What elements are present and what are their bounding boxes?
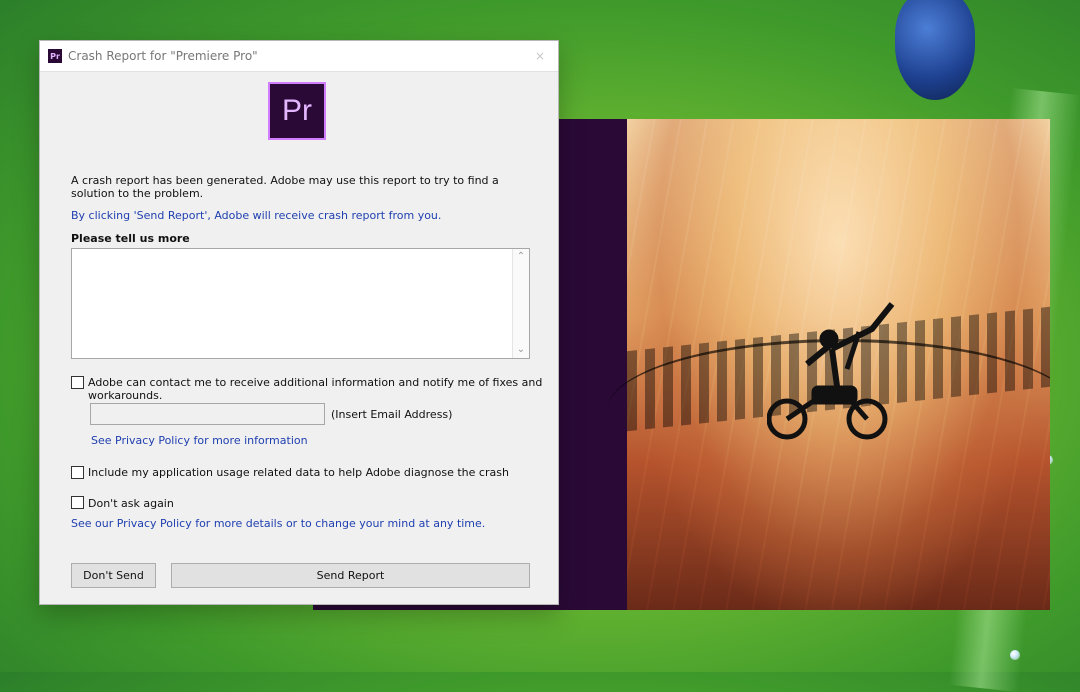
chevron-up-icon[interactable]: ⌃ bbox=[513, 249, 529, 265]
tell-us-more-label: Please tell us more bbox=[71, 232, 190, 245]
usage-data-checkbox[interactable] bbox=[71, 466, 84, 479]
crash-message: A crash report has been generated. Adobe… bbox=[71, 174, 499, 200]
comments-scrollbar[interactable]: ⌃ ⌄ bbox=[512, 249, 529, 358]
dont-ask-again-checkbox[interactable] bbox=[71, 496, 84, 509]
usage-data-checkbox-label: Include my application usage related dat… bbox=[88, 466, 509, 479]
motorcycle-stunt-silhouette bbox=[767, 302, 895, 440]
dont-send-button[interactable]: Don't Send bbox=[71, 563, 156, 588]
dont-ask-again-label: Don't ask again bbox=[88, 497, 174, 510]
premiere-pro-icon: Pr bbox=[48, 49, 62, 63]
premiere-pro-logo-text: Pr bbox=[282, 94, 312, 127]
splash-image bbox=[607, 119, 1050, 610]
dialog-title: Crash Report for "Premiere Pro" bbox=[68, 49, 258, 63]
premiere-pro-logo: Pr bbox=[268, 82, 326, 140]
contact-checkbox[interactable] bbox=[71, 376, 84, 389]
send-report-notice: By clicking 'Send Report', Adobe will re… bbox=[71, 209, 442, 222]
flower-bud-decoration bbox=[895, 0, 975, 100]
email-input[interactable] bbox=[90, 403, 325, 425]
privacy-policy-more-info-link[interactable]: See Privacy Policy for more information bbox=[91, 434, 308, 447]
water-droplet-decoration bbox=[1010, 650, 1020, 660]
dialog-titlebar: Pr Crash Report for "Premiere Pro" × bbox=[40, 41, 558, 72]
contact-checkbox-label: Adobe can contact me to receive addition… bbox=[88, 376, 543, 402]
privacy-policy-details-link[interactable]: See our Privacy Policy for more details … bbox=[71, 517, 485, 530]
chevron-down-icon[interactable]: ⌄ bbox=[513, 342, 529, 358]
email-hint: (Insert Email Address) bbox=[331, 408, 453, 421]
comments-textarea[interactable]: ⌃ ⌄ bbox=[71, 248, 530, 359]
close-icon[interactable]: × bbox=[532, 48, 548, 64]
send-report-button[interactable]: Send Report bbox=[171, 563, 530, 588]
crash-report-dialog: Pr Crash Report for "Premiere Pro" × Pr … bbox=[39, 40, 559, 605]
